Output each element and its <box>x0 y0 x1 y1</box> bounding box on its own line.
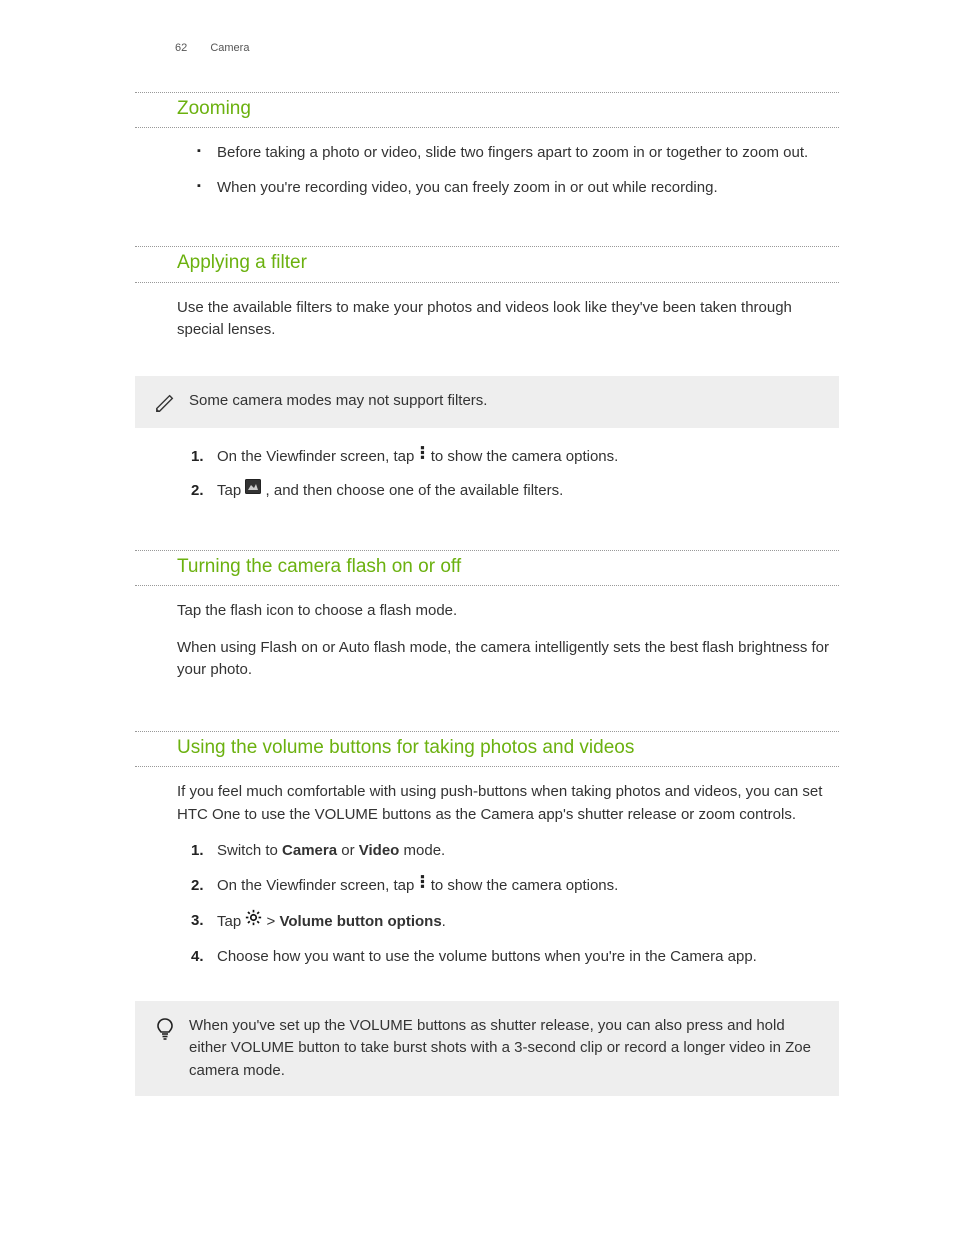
step-text: On the Viewfinder screen, tap <box>217 448 419 465</box>
section-heading-filter: Applying a filter <box>135 247 839 283</box>
page-number: 62 <box>175 42 187 54</box>
filter-icon <box>245 479 261 502</box>
step-text: . <box>442 913 446 930</box>
step-item: Choose how you want to use the volume bu… <box>217 946 839 969</box>
paragraph: If you feel much comfortable with using … <box>177 781 839 826</box>
section-heading-flash: Turning the camera flash on or off <box>135 551 839 587</box>
pencil-icon <box>147 390 183 414</box>
note-text: Some camera modes may not support filter… <box>183 390 825 413</box>
step-text: Tap <box>217 482 245 499</box>
lightbulb-icon <box>147 1015 183 1041</box>
settings-gear-icon <box>245 909 262 934</box>
menu-dots-icon <box>419 445 427 468</box>
tip-text: When you've set up the VOLUME buttons as… <box>183 1015 825 1083</box>
step-text: mode. <box>399 842 445 859</box>
step-text: On the Viewfinder screen, tap <box>217 877 419 894</box>
step-text: Switch to <box>217 842 282 859</box>
section-body-flash: Tap the flash icon to choose a flash mod… <box>135 586 839 706</box>
step-item: Tap > Volume button options. <box>217 910 839 935</box>
step-text: to show the camera options. <box>431 448 619 465</box>
section-heading-volume: Using the volume buttons for taking phot… <box>135 732 839 768</box>
step-bold: Video <box>359 842 400 859</box>
step-text: > <box>267 913 280 930</box>
section-body-filter: Use the available filters to make your p… <box>135 283 839 366</box>
step-bold: Volume button options <box>279 913 441 930</box>
step-text: , and then choose one of the available f… <box>266 482 564 499</box>
section-body-volume: If you feel much comfortable with using … <box>135 767 839 990</box>
paragraph: Tap the flash icon to choose a flash mod… <box>177 600 839 623</box>
step-bold: Camera <box>282 842 337 859</box>
paragraph: When using Flash on or Auto flash mode, … <box>177 637 839 682</box>
note-callout: Some camera modes may not support filter… <box>135 376 839 428</box>
menu-dots-icon <box>419 874 427 897</box>
section-steps-filter: On the Viewfinder screen, tap to show th… <box>135 442 839 525</box>
paragraph: Use the available filters to make your p… <box>177 297 839 342</box>
bullet-item: Before taking a photo or video, slide tw… <box>217 142 839 165</box>
chapter-name: Camera <box>210 42 249 54</box>
step-text: or <box>337 842 359 859</box>
step-text: to show the camera options. <box>431 877 619 894</box>
step-text: Tap <box>217 913 245 930</box>
step-item: Switch to Camera or Video mode. <box>217 840 839 863</box>
step-item: Tap , and then choose one of the availab… <box>217 480 839 503</box>
section-body-zooming: Before taking a photo or video, slide tw… <box>135 128 839 221</box>
step-item: On the Viewfinder screen, tap to show th… <box>217 446 839 469</box>
bullet-item: When you're recording video, you can fre… <box>217 177 839 200</box>
tip-callout: When you've set up the VOLUME buttons as… <box>135 1001 839 1097</box>
page-header: 62 Camera <box>135 40 839 57</box>
section-heading-zooming: Zooming <box>135 93 839 129</box>
step-item: On the Viewfinder screen, tap to show th… <box>217 875 839 898</box>
